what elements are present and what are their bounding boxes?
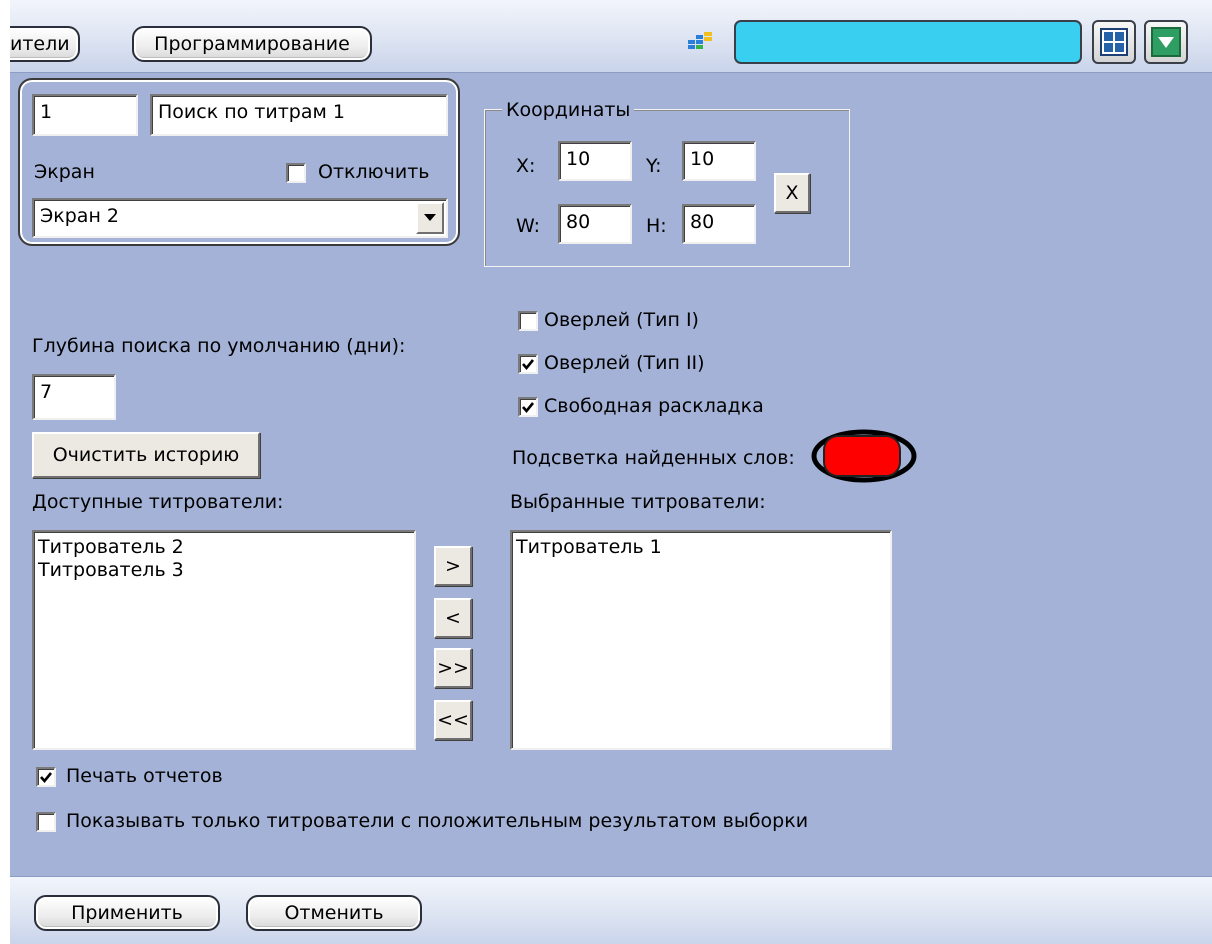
- print-reports-label: Печать отчетов: [66, 765, 223, 787]
- tab-programming[interactable]: Программирование: [132, 26, 372, 62]
- id-field[interactable]: 1: [32, 94, 138, 136]
- highlight-color-swatch[interactable]: [810, 428, 918, 484]
- x-field[interactable]: 10: [558, 141, 632, 181]
- overlay2-label: Оверлей (Тип II): [544, 352, 705, 374]
- w-field[interactable]: 80: [558, 204, 632, 244]
- remove-all-button[interactable]: <<: [434, 700, 472, 740]
- x-value: 10: [566, 148, 591, 170]
- clear-history-label: Очистить историю: [52, 444, 240, 466]
- name-value: Поиск по титрам 1: [158, 101, 345, 123]
- depth-label: Глубина поиска по умолчанию (дни):: [32, 335, 406, 357]
- chevron-down-icon: [1151, 27, 1181, 57]
- set-coordinates-label: X: [785, 182, 799, 204]
- apply-button[interactable]: Применить: [34, 895, 220, 931]
- w-label: W:: [516, 215, 541, 237]
- list-item[interactable]: Титрователь 3: [38, 559, 410, 582]
- id-value: 1: [40, 101, 53, 123]
- available-label: Доступные титрователи:: [32, 491, 284, 513]
- h-field[interactable]: 80: [682, 204, 756, 244]
- grid-layout-icon: [1100, 28, 1128, 56]
- remove-label: <: [445, 607, 461, 629]
- grid-layout-button[interactable]: [1092, 20, 1136, 64]
- color-field[interactable]: [734, 20, 1082, 64]
- settings-window: ители Программирование 1 Поиск по титрам…: [10, 0, 1212, 944]
- print-reports-checkbox[interactable]: [36, 767, 56, 787]
- screen-select[interactable]: Экран 2: [32, 198, 448, 238]
- cancel-label: Отменить: [284, 902, 384, 924]
- add-button[interactable]: >: [434, 546, 472, 586]
- disable-checkbox[interactable]: [286, 163, 306, 183]
- tab-users-label: ители: [10, 33, 70, 55]
- free-layout-label: Свободная раскладка: [544, 395, 764, 417]
- remove-button[interactable]: <: [434, 598, 472, 638]
- checkmark-icon: [522, 402, 535, 414]
- disable-label: Отключить: [318, 161, 430, 183]
- checkmark-icon: [40, 772, 53, 784]
- available-list[interactable]: Титрователь 2 Титрователь 3: [32, 530, 416, 750]
- selected-label: Выбранные титрователи:: [510, 491, 766, 513]
- set-coordinates-button[interactable]: X: [774, 173, 810, 213]
- selected-list[interactable]: Титрователь 1: [510, 530, 892, 750]
- dropdown-arrow-icon: [424, 214, 436, 221]
- depth-field[interactable]: 7: [32, 374, 116, 420]
- general-panel: 1 Поиск по титрам 1 Экран Отключить Экра…: [18, 78, 460, 246]
- coordinates-title: Координаты: [502, 98, 635, 122]
- layout-edit-icon[interactable]: [686, 30, 716, 56]
- y-field[interactable]: 10: [682, 141, 756, 181]
- checkmark-icon: [522, 359, 535, 371]
- add-all-button[interactable]: >>: [434, 648, 472, 688]
- x-label: X:: [516, 155, 536, 177]
- y-label: Y:: [646, 155, 662, 177]
- list-item[interactable]: Титрователь 2: [38, 536, 410, 559]
- overlay2-checkbox[interactable]: [518, 354, 538, 374]
- free-layout-checkbox[interactable]: [518, 397, 538, 417]
- add-all-label: >>: [437, 657, 469, 679]
- screen-select-value: Экран 2: [40, 205, 119, 227]
- overlay1-checkbox[interactable]: [518, 311, 538, 331]
- dropdown-button[interactable]: [1144, 20, 1188, 64]
- h-label: H:: [646, 215, 667, 237]
- top-toolbar: ители Программирование: [10, 0, 1212, 73]
- list-item[interactable]: Титрователь 1: [516, 536, 886, 559]
- screen-select-arrow[interactable]: [416, 202, 444, 234]
- tab-programming-label: Программирование: [154, 33, 350, 55]
- y-value: 10: [690, 148, 715, 170]
- add-label: >: [445, 555, 461, 577]
- footer-bar: Применить Отменить: [10, 876, 1212, 944]
- show-positive-label: Показывать только титрователи с положите…: [66, 810, 809, 832]
- w-value: 80: [566, 211, 591, 233]
- remove-all-label: <<: [437, 709, 469, 731]
- show-positive-checkbox[interactable]: [36, 812, 56, 832]
- tab-users[interactable]: ители: [10, 26, 80, 62]
- depth-value: 7: [40, 381, 53, 403]
- name-field[interactable]: Поиск по титрам 1: [150, 94, 448, 136]
- clear-history-button[interactable]: Очистить историю: [32, 432, 260, 478]
- overlay1-label: Оверлей (Тип I): [544, 309, 699, 331]
- h-value: 80: [690, 211, 715, 233]
- screen-label: Экран: [34, 161, 95, 183]
- highlight-label: Подсветка найденных слов:: [512, 447, 795, 469]
- cancel-button[interactable]: Отменить: [246, 895, 422, 931]
- apply-label: Применить: [71, 902, 183, 924]
